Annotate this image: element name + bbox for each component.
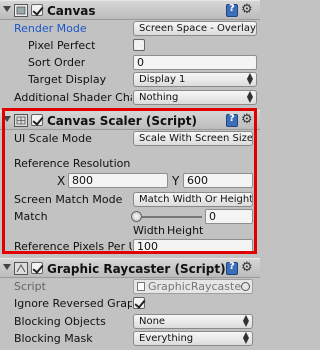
foldout-arrow-icon[interactable] [3,264,11,270]
graphic-raycaster-icon [14,262,28,275]
additional-shader-value: Nothing [139,92,179,103]
render-mode-dropdown[interactable]: Screen Space - Overlay [133,21,257,36]
blocking-mask-label: Blocking Mask [14,332,93,345]
target-display-value: Display 1 [139,74,186,85]
graphic-raycaster-header[interactable]: Graphic Raycaster (Script) ⚙ [0,258,260,278]
canvas-title: Canvas [47,4,96,18]
ignore-reversed-label: Ignore Reversed Grap [14,297,132,310]
foldout-arrow-icon[interactable] [3,6,11,12]
script-label: Script [14,280,46,293]
pixel-perfect-label: Pixel Perfect [28,39,96,52]
ignore-reversed-checkbox[interactable] [133,297,145,309]
canvas-component-header[interactable]: Canvas ⚙ [0,0,260,20]
help-book-icon[interactable] [226,3,238,17]
additional-shader-dropdown[interactable]: Nothing ▲ ▼ [133,90,257,105]
dropdown-arrows-icon: ▲ ▼ [246,90,253,104]
script-value: GraphicRaycaste [148,280,242,293]
blocking-mask-dropdown[interactable]: Everything ▲ ▼ [133,331,253,346]
dropdown-arrows-icon: ▲ ▼ [242,314,249,328]
help-book-icon[interactable] [226,261,238,275]
dropdown-arrows-icon: ▲ ▼ [246,72,253,86]
blocking-objects-label: Blocking Objects [14,315,106,328]
additional-shader-label: Additional Shader Cha [14,91,132,104]
canvas-component-icon [14,4,28,17]
sort-order-label: Sort Order [28,56,86,69]
gear-icon[interactable]: ⚙ [241,260,253,275]
gear-icon[interactable]: ⚙ [241,2,253,17]
graphic-raycaster-enabled-checkbox[interactable] [31,262,43,274]
render-mode-value: Screen Space - Overlay [139,23,256,34]
canvas-enabled-checkbox[interactable] [31,4,43,16]
object-picker-icon[interactable] [241,282,250,291]
highlight-box [2,108,257,254]
blocking-objects-dropdown[interactable]: None ▲ ▼ [133,314,253,329]
render-mode-label: Render Mode [14,22,87,35]
target-display-label: Target Display [28,73,107,86]
script-object-field[interactable]: GraphicRaycaste [133,279,253,294]
script-file-icon [137,282,145,291]
graphic-raycaster-title: Graphic Raycaster (Script) [47,262,226,276]
sort-order-value: 0 [137,56,144,69]
pixel-perfect-checkbox[interactable] [133,39,145,51]
blocking-mask-value: Everything [139,333,194,344]
blocking-objects-value: None [139,316,166,327]
target-display-dropdown[interactable]: Display 1 ▲ ▼ [133,72,257,87]
dropdown-arrows-icon: ▲ ▼ [242,331,249,345]
sort-order-field[interactable]: 0 [133,55,257,70]
